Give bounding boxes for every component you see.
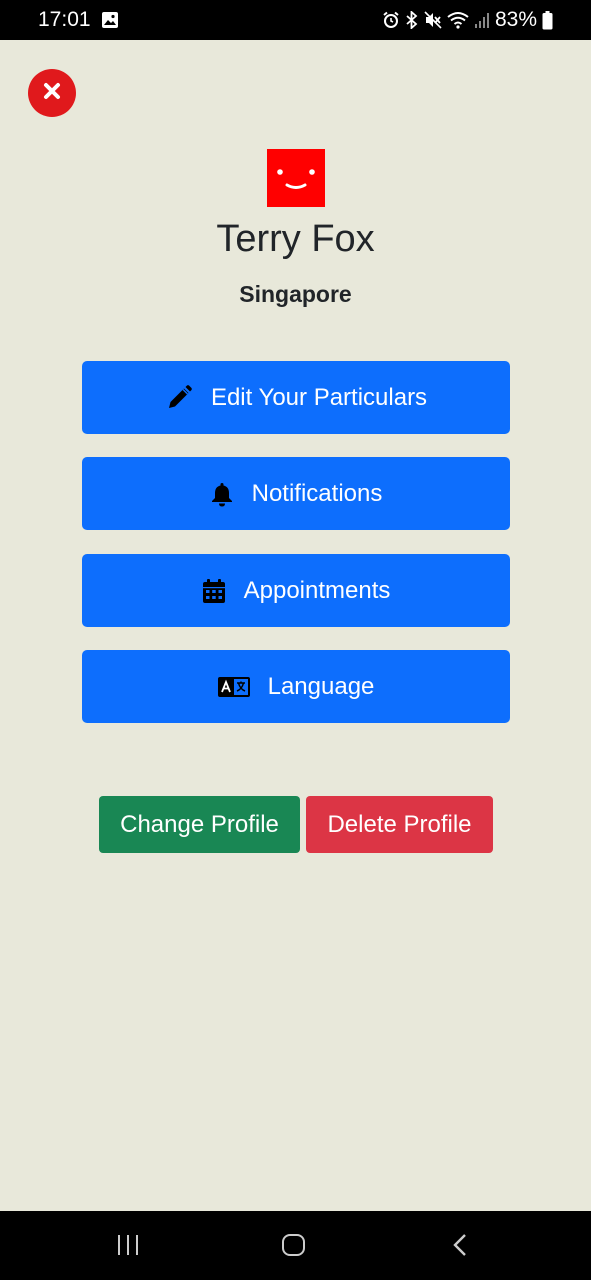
language-label: Language [267, 672, 375, 700]
battery-icon [542, 10, 553, 30]
language-icon [217, 676, 250, 697]
recent-apps-button[interactable] [116, 1233, 140, 1262]
notifications-label: Notifications [251, 479, 383, 507]
status-time: 17:01 [38, 8, 91, 31]
status-left: 17:01 [38, 8, 119, 32]
language-button[interactable]: Language [82, 650, 510, 723]
signal-icon [474, 11, 490, 29]
notifications-button[interactable]: Notifications [82, 457, 510, 530]
avatar [267, 149, 325, 207]
pencil-icon [165, 384, 193, 412]
profile-location: Singapore [239, 281, 352, 307]
navigation-bar [0, 1211, 591, 1280]
appointments-label: Appointments [243, 576, 391, 604]
calendar-icon [202, 578, 226, 604]
home-button[interactable] [281, 1233, 307, 1262]
edit-particulars-button[interactable]: Edit Your Particulars [82, 361, 510, 434]
close-button[interactable] [28, 69, 76, 117]
close-icon [42, 81, 62, 106]
battery-level: 83% [494, 8, 537, 31]
status-right: 83% [382, 8, 553, 32]
wifi-icon [447, 11, 469, 29]
edit-particulars-label: Edit Your Particulars [210, 383, 428, 411]
alarm-icon [382, 11, 400, 29]
back-button[interactable] [450, 1233, 470, 1262]
delete-profile-button[interactable]: Delete Profile [306, 796, 493, 853]
bell-icon [210, 481, 234, 507]
bluetooth-icon [405, 11, 419, 29]
mute-icon [424, 11, 442, 29]
profile-name: Terry Fox [216, 218, 375, 260]
gallery-icon [101, 11, 119, 29]
change-profile-button[interactable]: Change Profile [99, 796, 300, 853]
status-bar: 17:01 83% [0, 0, 591, 40]
appointments-button[interactable]: Appointments [82, 554, 510, 627]
